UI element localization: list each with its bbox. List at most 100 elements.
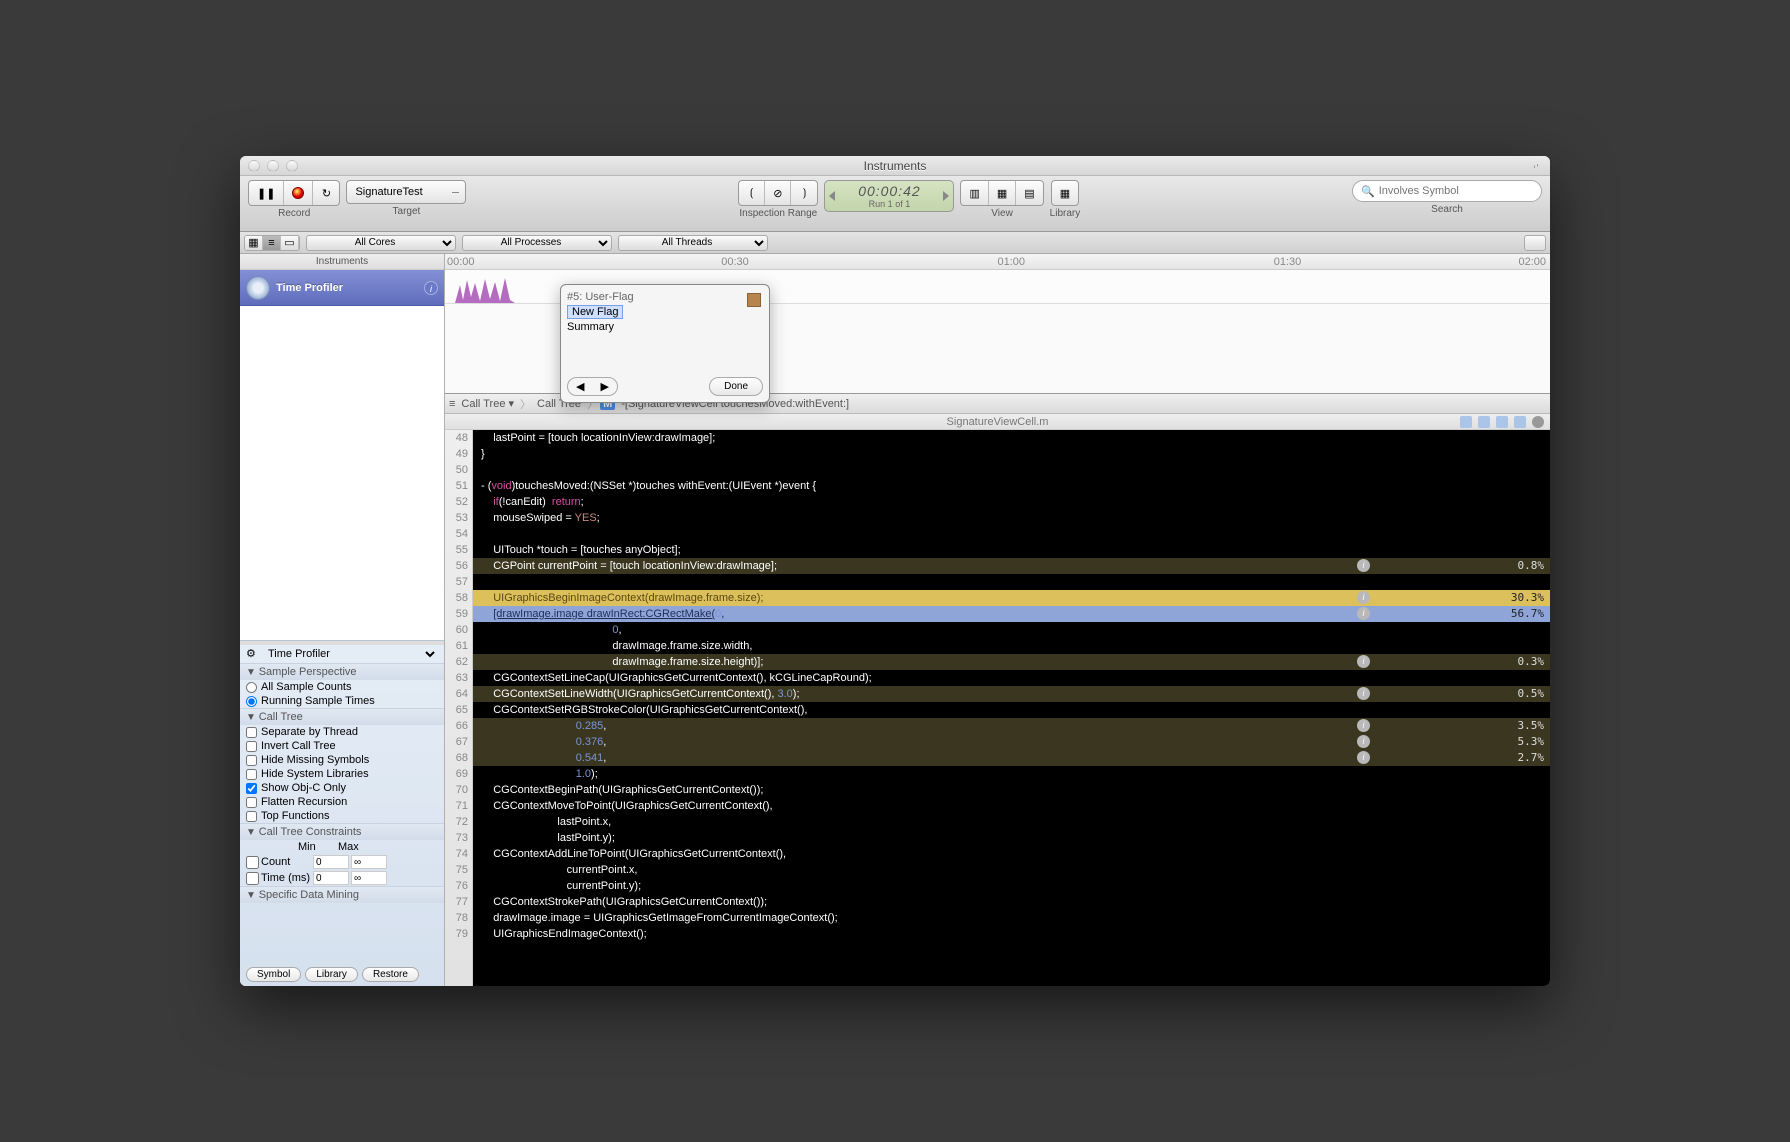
library-button-bottom[interactable]: Library [305, 967, 358, 982]
code-line[interactable]: lastPoint.y); [473, 830, 1550, 846]
loop-button[interactable]: ↻ [313, 181, 339, 205]
header-icon-3[interactable] [1496, 416, 1508, 428]
code-line[interactable] [473, 462, 1550, 478]
time-check[interactable] [246, 872, 259, 885]
flag-name-field[interactable]: New Flag [567, 305, 623, 319]
gear-icon-right[interactable] [1532, 416, 1544, 428]
info-icon[interactable]: i [1357, 687, 1370, 700]
hide-missing-check[interactable] [246, 755, 257, 766]
profiler-select[interactable]: Time Profiler [264, 647, 438, 661]
code-line[interactable]: } [473, 446, 1550, 462]
code-line[interactable] [473, 574, 1550, 590]
close-button[interactable] [248, 160, 260, 172]
next-run-button[interactable] [943, 191, 949, 201]
info-icon[interactable]: i [1357, 719, 1370, 732]
nav-view-toggle[interactable]: ▦ ≡ ▭ [244, 235, 300, 251]
code-line[interactable]: CGContextSetLineCap(UIGraphicsGetCurrent… [473, 670, 1550, 686]
topfn-check[interactable] [246, 811, 257, 822]
code-line[interactable]: lastPoint.x, [473, 814, 1550, 830]
bc-1[interactable]: Call Tree ▾ [457, 397, 518, 410]
count-check[interactable] [246, 856, 259, 869]
filter-extra-button[interactable] [1524, 235, 1546, 251]
flag-next-button[interactable]: ▶ [592, 378, 616, 395]
code-line[interactable]: currentPoint.y); [473, 878, 1550, 894]
range-right-button[interactable]: ⟯ [791, 181, 817, 205]
code-line[interactable]: UIGraphicsEndImageContext(); [473, 926, 1550, 942]
flatten-check[interactable] [246, 797, 257, 808]
code-line[interactable]: CGContextBeginPath(UIGraphicsGetCurrentC… [473, 782, 1550, 798]
restore-button[interactable]: Restore [362, 967, 419, 982]
header-icon-1[interactable] [1460, 416, 1472, 428]
view-mid-button[interactable]: ▦ [989, 181, 1016, 205]
count-max[interactable] [351, 855, 387, 869]
sep-thread-check[interactable] [246, 727, 257, 738]
time-max[interactable] [351, 871, 387, 885]
library-button[interactable]: ▦ [1051, 180, 1079, 206]
search-input[interactable] [1379, 185, 1533, 197]
search-field[interactable]: 🔍 [1352, 180, 1542, 202]
cores-filter[interactable]: All Cores [306, 235, 456, 251]
nav-view-1[interactable]: ▦ [245, 236, 263, 250]
symbol-button[interactable]: Symbol [246, 967, 301, 982]
view-left-button[interactable]: ▥ [961, 181, 988, 205]
view-right-button[interactable]: ▤ [1016, 181, 1042, 205]
objc-check[interactable] [246, 783, 257, 794]
code-line[interactable]: CGContextAddLineToPoint(UIGraphicsGetCur… [473, 846, 1550, 862]
zoom-button[interactable] [286, 160, 298, 172]
code-line[interactable]: - (void)touchesMoved:(NSSet *)touches wi… [473, 478, 1550, 494]
code-line[interactable]: UIGraphicsBeginImageContext(drawImage.fr… [473, 590, 1550, 606]
info-icon[interactable]: i [1357, 751, 1370, 764]
flag-summary[interactable]: Summary [567, 321, 763, 333]
code-line[interactable]: 0.541,i2.7% [473, 750, 1550, 766]
code-line[interactable]: if(!canEdit) return; [473, 494, 1550, 510]
processes-filter[interactable]: All Processes [462, 235, 612, 251]
threads-filter[interactable]: All Threads [618, 235, 768, 251]
fullscreen-button[interactable] [1530, 162, 1542, 170]
done-button[interactable]: Done [709, 377, 763, 396]
nav-view-2[interactable]: ≡ [263, 236, 281, 250]
hide-sys-check[interactable] [246, 769, 257, 780]
code-line[interactable]: 0, [473, 622, 1550, 638]
nav-view-3[interactable]: ▭ [281, 236, 299, 250]
code-line[interactable]: drawImage.frame.size.height)];i0.3% [473, 654, 1550, 670]
invert-check[interactable] [246, 741, 257, 752]
info-icon[interactable]: i [1357, 591, 1370, 604]
time-min[interactable] [313, 871, 349, 885]
code-line[interactable]: drawImage.image = UIGraphicsGetImageFrom… [473, 910, 1550, 926]
code-line[interactable]: 1.0); [473, 766, 1550, 782]
code-line[interactable]: 0.285,i3.5% [473, 718, 1550, 734]
all-sample-radio[interactable] [246, 682, 257, 693]
code-line[interactable]: 0.376,i5.3% [473, 734, 1550, 750]
record-button[interactable] [284, 181, 313, 205]
code-line[interactable]: CGContextSetLineWidth(UIGraphicsGetCurre… [473, 686, 1550, 702]
info-icon[interactable]: i [1357, 607, 1370, 620]
info-icon[interactable]: i [424, 281, 438, 295]
code-line[interactable]: mouseSwiped = YES; [473, 510, 1550, 526]
range-clear-button[interactable]: ⊘ [765, 181, 791, 205]
range-left-button[interactable]: ⟮ [739, 181, 765, 205]
code-line[interactable]: currentPoint.x, [473, 862, 1550, 878]
code-line[interactable]: lastPoint = [touch locationInView:drawIm… [473, 430, 1550, 446]
pause-button[interactable]: ❚❚ [249, 181, 284, 205]
code-line[interactable]: drawImage.frame.size.width, [473, 638, 1550, 654]
info-icon[interactable]: i [1357, 735, 1370, 748]
count-min[interactable] [313, 855, 349, 869]
info-icon[interactable]: i [1357, 559, 1370, 572]
running-sample-radio[interactable] [246, 696, 257, 707]
code-area[interactable]: 4849505152535455565758596061626364656667… [445, 430, 1550, 986]
timeline[interactable]: 00:00 00:30 01:00 01:30 02:00 #5: User-F… [445, 254, 1550, 394]
code-line[interactable] [473, 526, 1550, 542]
info-icon[interactable]: i [1357, 655, 1370, 668]
prev-run-button[interactable] [829, 191, 835, 201]
code-view[interactable]: lastPoint = [touch locationInView:drawIm… [473, 430, 1550, 986]
code-line[interactable]: CGContextMoveToPoint(UIGraphicsGetCurren… [473, 798, 1550, 814]
instrument-row[interactable]: Time Profiler i [240, 270, 444, 306]
minimize-button[interactable] [267, 160, 279, 172]
target-selector[interactable]: SignatureTest [346, 180, 466, 204]
header-icon-4[interactable] [1514, 416, 1526, 428]
code-line[interactable]: CGContextStrokePath(UIGraphicsGetCurrent… [473, 894, 1550, 910]
code-line[interactable]: UITouch *touch = [touches anyObject]; [473, 542, 1550, 558]
flag-prev-button[interactable]: ◀ [568, 378, 592, 395]
flag-color[interactable] [747, 293, 761, 307]
code-line[interactable]: CGPoint currentPoint = [touch locationIn… [473, 558, 1550, 574]
